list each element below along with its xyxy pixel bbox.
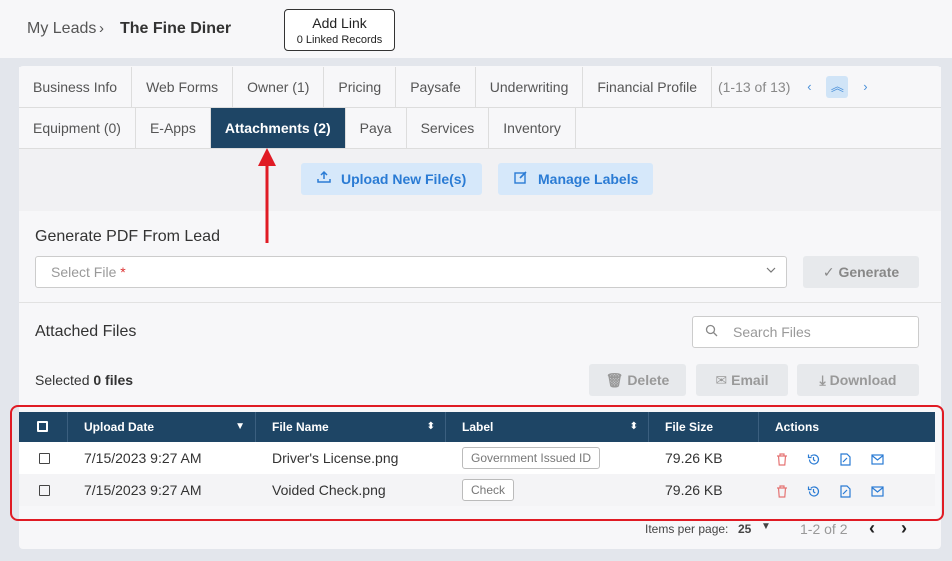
required-mark: * xyxy=(120,264,126,280)
trash-icon[interactable] xyxy=(775,475,789,507)
caret-down-icon[interactable]: ▼ xyxy=(761,521,771,532)
upload-icon xyxy=(317,163,331,195)
tab-inventory[interactable]: Inventory xyxy=(489,108,576,148)
tab-services[interactable]: Services xyxy=(407,108,490,148)
generate-pdf-title: Generate PDF From Lead xyxy=(35,228,220,245)
items-per-page-label: Items per page: xyxy=(645,522,729,536)
search-files-input[interactable] xyxy=(733,322,913,342)
email-button[interactable]: ✉ Email xyxy=(696,364,788,396)
tab-business-info[interactable]: Business Info xyxy=(19,67,133,107)
tab-pricing[interactable]: Pricing xyxy=(324,67,397,107)
tab-row-1: Business Info Web Forms Owner (1) Pricin… xyxy=(19,67,941,108)
breadcrumb-my-leads[interactable]: My Leads xyxy=(27,20,96,38)
upload-label: Upload New File(s) xyxy=(341,171,467,187)
col-actions: Actions xyxy=(775,420,820,434)
mail-icon[interactable] xyxy=(871,443,885,475)
file-name-cell: Voided Check.png xyxy=(272,482,386,498)
generate-button[interactable]: ✓ Generate xyxy=(803,256,919,288)
generate-label: Generate xyxy=(838,264,900,280)
tab-attachments[interactable]: Attachments (2) xyxy=(210,108,346,148)
upload-new-files-button[interactable]: Upload New File(s) xyxy=(301,163,482,195)
label-cell: Government Issued ID xyxy=(446,442,649,474)
edit-file-icon[interactable] xyxy=(839,475,853,507)
download-button[interactable]: ⤓ Download xyxy=(797,364,919,396)
chevron-right-icon[interactable]: › xyxy=(854,76,876,98)
next-page-icon[interactable]: › xyxy=(901,518,907,539)
tab-count: (1-13 of 13) xyxy=(717,79,791,95)
lead-card: Business Info Web Forms Owner (1) Pricin… xyxy=(19,66,941,549)
selected-count: 0 files xyxy=(93,372,134,388)
items-per-page-value[interactable]: 25 xyxy=(738,522,751,536)
label-chip[interactable]: Check xyxy=(462,479,515,502)
upload-date-cell: 7/15/2023 9:27 AM xyxy=(84,450,202,466)
tab-web-forms[interactable]: Web Forms xyxy=(132,67,234,107)
attachments-table: Upload Date ▼ File Name ⬍ Label ⬍ File Size… xyxy=(19,412,935,506)
col-file-size: File Size xyxy=(649,412,759,442)
tab-paya[interactable]: Paya xyxy=(346,108,407,148)
linked-records-count: 0 Linked Records xyxy=(296,34,383,46)
file-size-cell: 79.26 KB xyxy=(665,450,723,466)
upload-date-cell: 7/15/2023 9:27 AM xyxy=(84,482,202,498)
manage-labels-button[interactable]: Manage Labels xyxy=(498,163,653,195)
tab-paysafe[interactable]: Paysafe xyxy=(396,67,476,107)
sort-icon: ⬍ xyxy=(426,421,435,432)
col-upload-date[interactable]: Upload Date ▼ xyxy=(68,412,256,442)
sort-icon: ⬍ xyxy=(629,421,638,432)
breadcrumb-separator: › xyxy=(99,20,104,37)
label-chip[interactable]: Government Issued ID xyxy=(462,447,601,470)
table-header: Upload Date ▼ File Name ⬍ Label ⬍ File Size… xyxy=(19,412,935,442)
file-name-cell: Driver's License.png xyxy=(272,450,399,466)
select-all-checkbox[interactable] xyxy=(37,421,48,432)
tab-underwriting[interactable]: Underwriting xyxy=(476,67,584,107)
page-title: The Fine Diner xyxy=(120,20,232,37)
sort-desc-icon: ▼ xyxy=(235,421,245,432)
label-cell: Check xyxy=(446,474,649,506)
prev-page-icon[interactable]: ‹ xyxy=(869,518,875,539)
chevron-down-icon xyxy=(766,264,776,278)
double-chevron-up-icon[interactable]: ︽ xyxy=(826,76,849,98)
tab-equipment[interactable]: Equipment (0) xyxy=(19,108,136,148)
col-label[interactable]: Label ⬍ xyxy=(446,412,649,442)
selected-files-status: Selected 0 files xyxy=(35,372,134,388)
row-checkbox[interactable] xyxy=(39,485,50,496)
col-file-name[interactable]: File Name ⬍ xyxy=(256,412,446,442)
table-row: 7/15/2023 9:27 AM Voided Check.png Check… xyxy=(19,474,935,506)
row-checkbox[interactable] xyxy=(39,453,50,464)
search-files-box[interactable] xyxy=(692,316,919,348)
tab-pager: (1-13 of 13) ‹ ︽ › xyxy=(718,67,882,107)
select-file-dropdown[interactable]: Select File * xyxy=(35,256,787,288)
edit-icon xyxy=(514,163,528,195)
mail-icon: ✉ xyxy=(715,372,732,388)
tab-row-2: Equipment (0) E-Apps Attachments (2) Pay… xyxy=(19,108,941,149)
upload-section: Upload New File(s) Manage Labels xyxy=(19,149,941,211)
attached-files-title: Attached Files xyxy=(35,323,137,340)
history-icon[interactable] xyxy=(807,443,821,475)
mail-icon[interactable] xyxy=(871,475,885,507)
tab-e-apps[interactable]: E-Apps xyxy=(136,108,211,148)
page-range: 1-2 of 2 xyxy=(800,521,848,537)
add-link-label: Add Link xyxy=(312,15,367,31)
page-header: My Leads › The Fine Diner Add Link 0 Lin… xyxy=(0,0,952,58)
manage-labels-label: Manage Labels xyxy=(538,171,639,187)
search-icon xyxy=(705,324,718,340)
tab-owner[interactable]: Owner (1) xyxy=(233,67,325,107)
select-all-cell xyxy=(19,412,68,442)
table-row: 7/15/2023 9:27 AM Driver's License.png G… xyxy=(19,442,935,474)
actions-cell xyxy=(759,442,935,474)
table-pagination: Items per page: 25 ▼ 1-2 of 2 ‹ › xyxy=(19,516,941,546)
trash-icon: 🗑 xyxy=(605,372,628,388)
actions-cell xyxy=(759,474,935,506)
delete-button[interactable]: 🗑 Delete xyxy=(589,364,686,396)
divider xyxy=(19,302,941,303)
select-file-placeholder: Select File * xyxy=(51,264,126,280)
chevron-left-icon[interactable]: ‹ xyxy=(798,76,820,98)
tab-financial-profile[interactable]: Financial Profile xyxy=(583,67,712,107)
download-icon: ⤓ xyxy=(819,372,830,388)
check-icon: ✓ xyxy=(822,264,839,280)
file-size-cell: 79.26 KB xyxy=(665,482,723,498)
edit-file-icon[interactable] xyxy=(839,443,853,475)
add-link-button[interactable]: Add Link 0 Linked Records xyxy=(284,9,395,51)
trash-icon[interactable] xyxy=(775,443,789,475)
history-icon[interactable] xyxy=(807,475,821,507)
